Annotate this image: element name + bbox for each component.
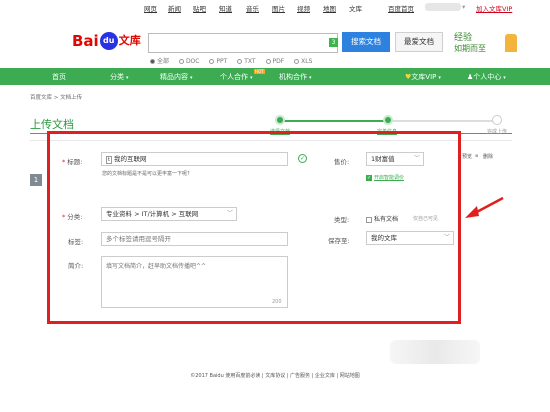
baidu-wenku-logo[interactable]: Bai du 文库 [72, 32, 141, 56]
filter-doc[interactable]: DOC [178, 58, 199, 65]
chevron-down-icon: ▾ [503, 75, 506, 81]
radio-selected-icon [150, 59, 155, 64]
top-link-baidu-home[interactable]: 百度首页 [388, 3, 414, 13]
step-connector-done [284, 120, 388, 122]
search-input[interactable] [148, 33, 338, 53]
nav-home[interactable]: 首页 [52, 72, 66, 82]
step-3-dot [492, 115, 502, 125]
blurred-region [390, 340, 480, 364]
radio-icon [237, 59, 243, 64]
highlight-frame [47, 131, 461, 324]
radio-icon [209, 59, 215, 64]
nav-category[interactable]: 分类 ▾ [110, 72, 129, 82]
chevron-down-icon: ▾ [190, 75, 193, 81]
top-link-zhidao[interactable]: 知道 [219, 3, 232, 13]
username-blurred [425, 3, 461, 11]
top-link-image[interactable]: 图片 [272, 3, 285, 13]
nav-user-center[interactable]: ♟个人中心 ▾ [467, 72, 506, 82]
radio-icon [265, 59, 271, 64]
page-title: 上传文档 [30, 118, 74, 131]
radio-icon [178, 59, 184, 64]
breadcrumb: 百度文库 > 文档上传 [30, 95, 83, 101]
filter-all[interactable]: 全部 [150, 58, 169, 65]
user-caret-icon[interactable]: ▾ [462, 3, 465, 11]
top-link-video[interactable]: 视频 [297, 3, 310, 13]
file-index-badge: 1 [30, 174, 42, 186]
top-link-tieba[interactable]: 贴吧 [193, 3, 206, 13]
main-nav: 首页 分类 ▾ 精品内容 ▾ 个人合作 ▾ HOT 机构合作 ▾ ♥文库VIP ▾ ♟个人中… [0, 68, 550, 85]
separator-icon: ▪ [475, 153, 479, 159]
step-2-dot [383, 115, 393, 125]
nav-premium[interactable]: 精品内容 ▾ [160, 72, 193, 82]
promo-line2: 如期而至 [454, 44, 486, 53]
top-link-wenku[interactable]: 文库 [349, 3, 362, 13]
chevron-down-icon: ▾ [438, 75, 441, 81]
step-1-dot [275, 115, 285, 125]
radio-icon [294, 59, 300, 64]
promo-banner[interactable]: 经验 如期而至 [454, 30, 517, 56]
step-3-label: 完成上传 [487, 129, 508, 135]
filter-xls[interactable]: XLS [294, 58, 312, 65]
search-button[interactable]: 搜索文档 [342, 32, 390, 52]
promo-gift-icon [505, 34, 517, 52]
step-connector-todo [393, 120, 493, 122]
search-count-badge: 3 [329, 38, 338, 47]
logo-paw-icon: du [99, 32, 118, 50]
filter-ppt[interactable]: PPT [209, 58, 227, 65]
delete-link[interactable]: 删除 [483, 153, 493, 160]
footer: ©2017 Baidu 使用百度前必读 | 文库协议 | 广告服务 | 企业文库… [190, 373, 360, 379]
filter-txt[interactable]: TXT [237, 58, 256, 65]
preview-link[interactable]: 预览 [462, 153, 472, 160]
top-link-join-vip[interactable]: 加入文库VIP [476, 3, 512, 13]
top-link-web[interactable]: 网页 [144, 3, 157, 13]
chevron-down-icon: ▾ [250, 75, 253, 81]
top-link-bar: 网页 新闻 贴吧 知道 音乐 图片 视频 地图 文库 百度首页 ▾ 加入文库VI… [0, 0, 550, 14]
favorite-docs-button[interactable]: 最爱文档 [395, 32, 443, 52]
chevron-down-icon: ▾ [309, 75, 312, 81]
nav-vip[interactable]: ♥文库VIP ▾ [405, 72, 441, 82]
promo-line1: 经验 [454, 33, 473, 43]
filetype-filters: 全部 DOC PPT TXT PDF XLS [150, 56, 320, 65]
red-arrow-icon [465, 196, 504, 218]
nav-org-coop[interactable]: 机构合作 ▾ [279, 72, 312, 82]
top-link-music[interactable]: 音乐 [246, 3, 259, 13]
nav-personal-coop[interactable]: 个人合作 ▾ HOT [220, 69, 265, 82]
chevron-down-icon: ▾ [126, 75, 129, 81]
logo-wenku: 文库 [118, 34, 141, 47]
hot-badge: HOT [254, 69, 265, 74]
top-link-news[interactable]: 新闻 [168, 3, 181, 13]
top-link-map[interactable]: 地图 [323, 3, 336, 13]
filter-pdf[interactable]: PDF [265, 58, 284, 65]
logo-bai: Bai [72, 32, 99, 50]
